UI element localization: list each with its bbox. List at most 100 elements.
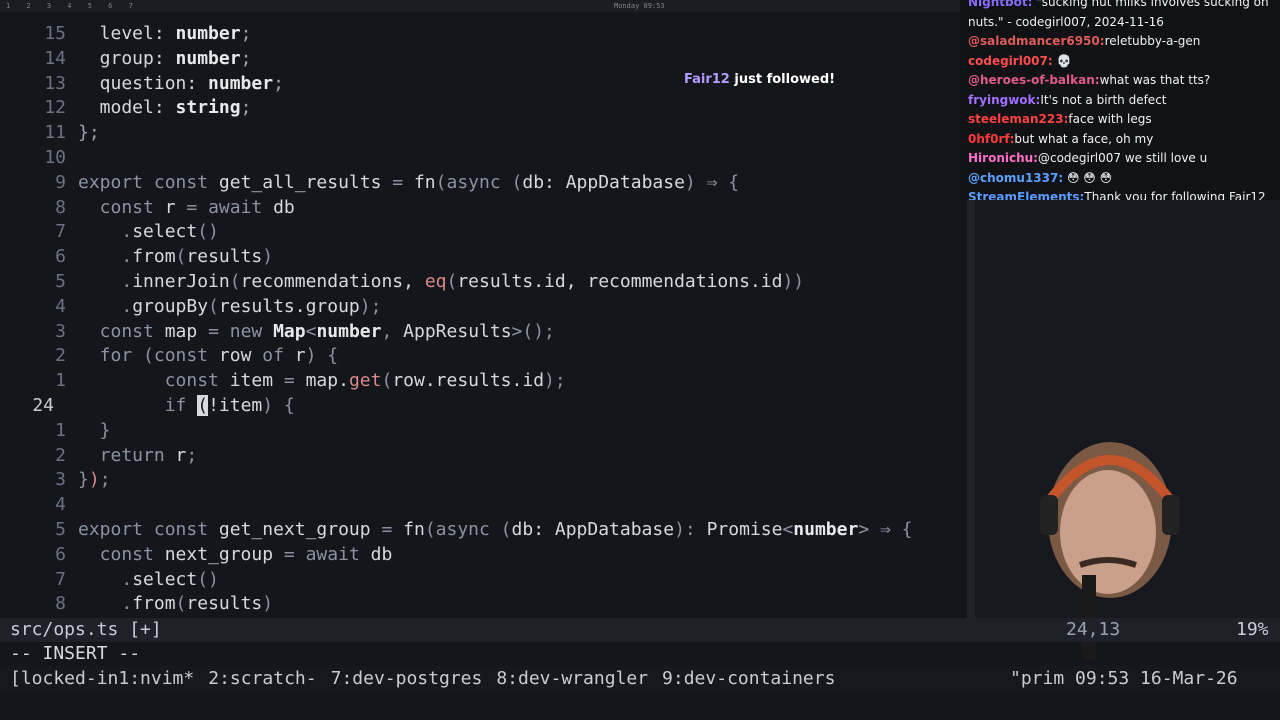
chat-message: fryingwok:It's not a birth defect	[968, 93, 1167, 107]
code-token: item	[229, 370, 284, 392]
code-token: .	[78, 295, 133, 317]
tmux-window-tab[interactable]: 7:dev-postgres	[331, 668, 483, 689]
code-token: (	[229, 271, 241, 292]
code-token: }	[78, 469, 89, 491]
code-token: results.id, recommendations.id	[457, 271, 783, 292]
code-token: Map	[273, 320, 306, 342]
tmux-window-tab[interactable]: [locked-in1:nvim*	[10, 668, 194, 689]
code-text: if (!item) {	[78, 394, 295, 418]
code-token: .	[78, 593, 133, 615]
code-token: get	[348, 370, 382, 392]
code-token: const	[78, 370, 230, 392]
code-token: (async (	[435, 171, 523, 193]
code-token: number	[793, 519, 859, 540]
code-token: group:	[78, 47, 176, 69]
follow-alert: Fair12 just followed!	[684, 72, 835, 87]
tmux-window-tab[interactable]: 8:dev-wrangler	[496, 668, 648, 689]
chat-text: It's not a birth defect	[1040, 92, 1167, 107]
chat-username: codegirl007:	[968, 53, 1053, 68]
tmux-window-list: [locked-in1:nvim* 2:scratch- 7:dev-postgre…	[10, 666, 849, 692]
line-number: 4	[55, 494, 66, 516]
chat-username: Hironichu:	[968, 151, 1038, 165]
code-token: ;	[186, 444, 198, 466]
code-token: )	[262, 593, 274, 615]
code-token: )	[262, 246, 274, 268]
code-token: level:	[78, 23, 176, 44]
line-number: 7	[55, 221, 66, 243]
code-token: const	[78, 196, 165, 218]
code-token: !item	[208, 395, 263, 416]
chat-text: Thank you for following Fair12	[1084, 190, 1266, 200]
code-token: ()	[197, 221, 219, 243]
code-token: from	[132, 593, 176, 615]
code-token: select	[132, 568, 198, 590]
code-token: <	[782, 519, 794, 540]
code-token: for (	[78, 345, 154, 367]
code-token: .	[78, 246, 133, 268]
code-token: ;	[240, 97, 252, 119]
code-text: const map = new Map<number, AppResults>(…	[78, 320, 555, 344]
code-token: ;	[99, 469, 111, 491]
code-token: return	[78, 444, 176, 466]
code-text: level: number;	[78, 22, 252, 46]
tmux-window-tab[interactable]: 9:dev-containers	[662, 668, 835, 689]
code-token: > ⇒ {	[858, 519, 913, 540]
code-token: innerJoin	[132, 271, 230, 292]
chat-text: face with legs	[1068, 112, 1152, 126]
line-number: 3	[55, 320, 66, 342]
line-number: 8	[55, 593, 66, 615]
chat-text: @codegirl007 we still love u	[1037, 151, 1208, 165]
code-token: ):	[674, 519, 707, 540]
line-number: 24	[32, 395, 54, 416]
tmux-right-status: "prim 09:53 16-Mar-26	[1010, 668, 1238, 689]
chat-text: what was that tts?	[1099, 73, 1211, 87]
code-token: = await	[186, 196, 274, 218]
code-token: (	[208, 295, 219, 317]
tmux-window-tab[interactable]: 2:scratch-	[208, 668, 316, 689]
status-cursor-position: 24,13	[1066, 619, 1121, 640]
follow-alert-text: just followed!	[729, 72, 836, 87]
workspace-indicators[interactable]: 1 2 3 4 5 6 7	[6, 0, 139, 12]
code-token: results.group	[218, 295, 360, 317]
line-number: 12	[44, 97, 66, 119]
chat-message: steeleman223:face with legs	[968, 112, 1152, 126]
code-token: number	[175, 23, 241, 44]
chat-username: steeleman223:	[968, 112, 1069, 126]
chat-text: 😳 😳 😳	[1063, 170, 1113, 185]
chat-message: Hironichu:@codegirl007 we still love u	[968, 151, 1207, 165]
code-token: results	[186, 593, 263, 615]
code-text: };	[78, 121, 100, 145]
code-text: .from(results)	[78, 245, 273, 269]
code-token: .	[78, 271, 133, 292]
code-token: );	[544, 370, 566, 392]
code-text: const item = map.get(row.results.id);	[78, 369, 566, 393]
code-token: from	[132, 246, 176, 268]
top-system-bar: 1 2 3 4 5 6 7 Monday 09:53	[0, 0, 960, 12]
code-token: groupBy	[132, 295, 209, 317]
code-token: next_group	[164, 543, 284, 565]
code-text: question: number;	[78, 72, 284, 96]
status-line: src/ops.ts [+] 24,13 19%	[0, 618, 1280, 642]
code-token: recommendations,	[240, 271, 425, 292]
line-number: 13	[44, 72, 66, 94]
code-token: select	[132, 221, 198, 243]
code-token: question:	[78, 72, 209, 94]
code-editor[interactable]: 15 level: number; 14 group: number; 13 que…	[0, 22, 965, 618]
chat-message: @saladmancer6950:reletubby-a-gen	[968, 34, 1200, 48]
code-text: export const get_next_group = fn(async (…	[78, 518, 913, 542]
code-text: .groupBy(results.group);	[78, 295, 381, 319]
code-token: results	[186, 246, 263, 268]
chat-username: fryingwok:	[968, 92, 1041, 107]
code-text: .select()	[78, 220, 219, 244]
code-text: .from(results)	[78, 592, 273, 616]
code-token: }	[78, 419, 111, 441]
chat-text: "sucking nut milks involves sucking on	[1032, 0, 1269, 9]
line-number: 4	[55, 295, 66, 317]
code-token: ,	[381, 320, 404, 342]
line-number: 2	[55, 345, 66, 367]
code-text: group: number;	[78, 47, 252, 71]
code-token: row.results.id	[392, 370, 545, 392]
code-text: });	[78, 468, 111, 492]
code-token: get_next_group	[218, 519, 371, 540]
chat-username: StreamElements:	[968, 190, 1085, 200]
